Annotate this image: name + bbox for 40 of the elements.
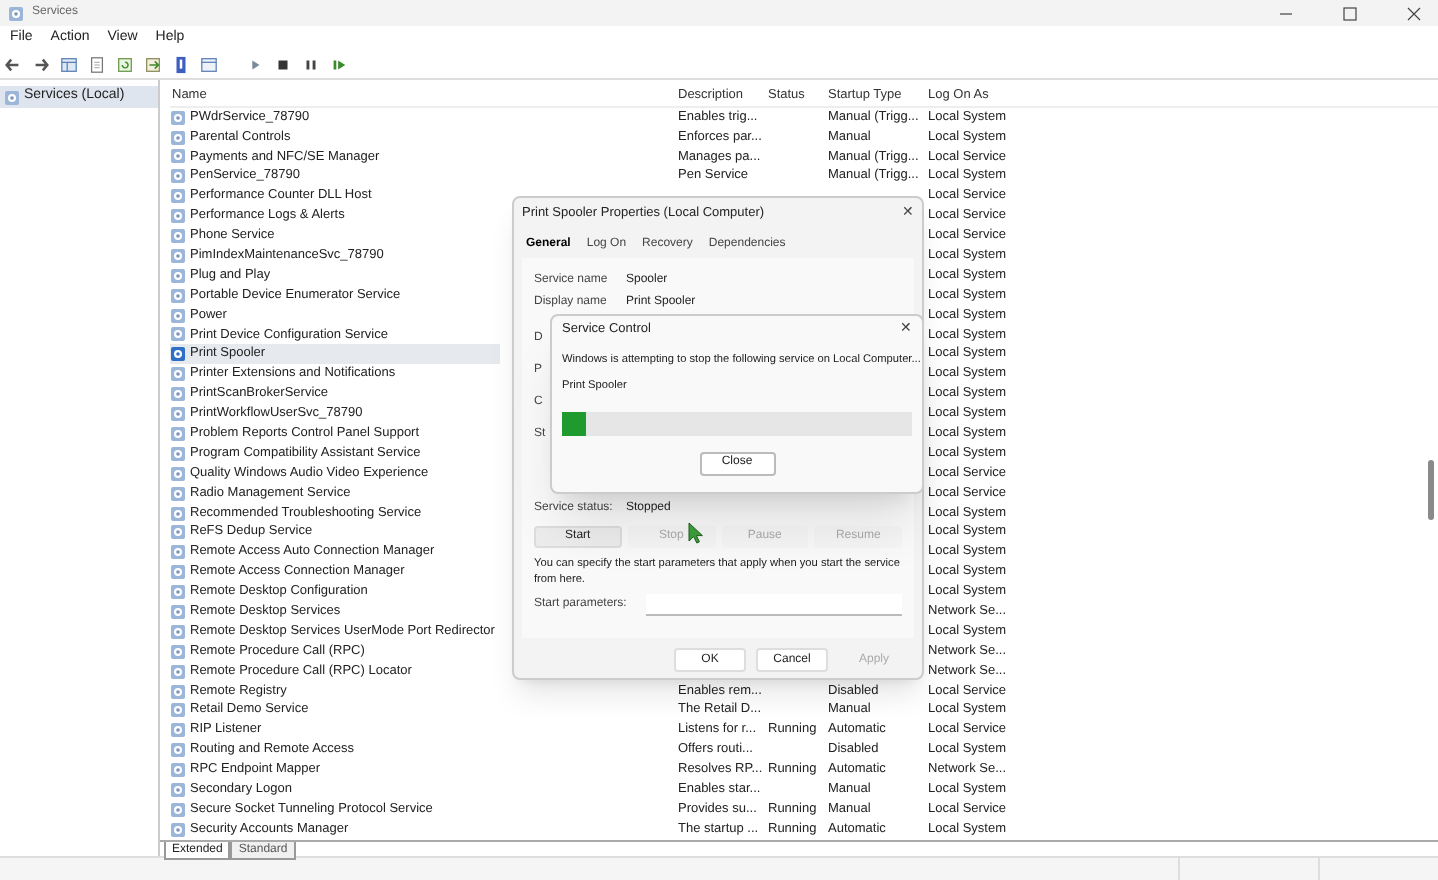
gear-icon [170,505,186,521]
maximize-icon[interactable] [1342,5,1358,21]
gear-icon [170,168,186,185]
forward-icon[interactable] [32,56,50,74]
gear-icon [170,267,186,284]
scrollbar-thumb[interactable] [1428,460,1434,520]
gear-icon [170,643,186,660]
gear-icon [170,801,186,818]
play-icon[interactable] [246,56,264,74]
gear-icon [170,465,186,482]
refresh-icon[interactable] [116,56,134,74]
gear-icon [170,346,186,363]
console-icon[interactable] [200,56,218,74]
back-icon[interactable] [4,56,22,74]
gear-icon [170,544,186,561]
pause-icon[interactable] [302,56,320,74]
gear-icon [170,742,186,759]
gear-icon [170,821,186,838]
gear-icon [170,287,186,304]
gear-icon [170,722,186,739]
gear-icon [170,188,186,205]
gear-icon [170,663,186,680]
stop-icon[interactable] [274,56,292,74]
document-icon[interactable] [88,56,106,74]
restart-icon[interactable] [330,56,348,74]
gear-icon [170,485,186,502]
gear-icon [170,366,186,383]
gear-icon [170,623,186,640]
gear-icon [8,5,24,21]
cursor-icon [688,522,704,544]
gear-icon [170,109,186,126]
export-icon[interactable] [144,56,162,74]
gear-icon [170,208,186,225]
parameters-field[interactable] [646,594,902,616]
close-icon[interactable] [1406,5,1422,21]
gear-icon [170,386,186,403]
gear-icon [170,445,186,462]
panel-icon[interactable] [60,56,78,74]
gear-icon [170,524,186,541]
gear-icon [170,564,186,581]
